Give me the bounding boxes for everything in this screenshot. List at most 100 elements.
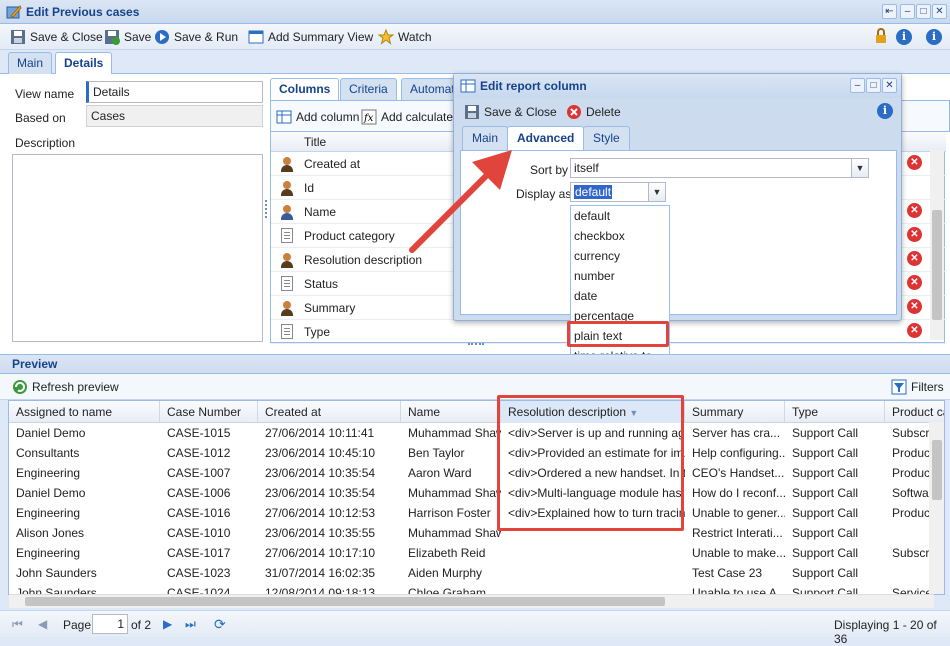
first-page-icon[interactable]: ⏮	[12, 617, 23, 632]
help-icon[interactable]: i	[896, 29, 912, 45]
preview-title: Preview	[12, 357, 58, 371]
page-number-input[interactable]: 1	[92, 614, 128, 634]
save-label: Save	[124, 30, 152, 44]
columns-scrollbar[interactable]	[930, 150, 944, 340]
splitter-handle[interactable]	[265, 200, 268, 218]
dialog-minimize-button[interactable]: –	[850, 78, 865, 93]
person-icon	[279, 156, 295, 172]
columns-scroll-thumb[interactable]	[932, 210, 942, 320]
table-row[interactable]: Engineering CASE-1007 23/06/2014 10:35:54 A…	[9, 463, 944, 483]
table-row[interactable]: Daniel Demo CASE-1006 23/06/2014 10:35:54 M…	[9, 483, 944, 503]
tab-main[interactable]: Main	[8, 52, 53, 74]
prev-page-icon[interactable]: ◀	[38, 617, 47, 631]
table-cell: Consultants	[16, 446, 80, 460]
display-as-label: Display as	[516, 187, 572, 201]
person-icon	[279, 204, 295, 220]
preview-vertical-scrollbar[interactable]	[929, 422, 944, 594]
option-currency[interactable]: currency	[571, 246, 669, 266]
table-row[interactable]: Engineering CASE-1016 27/06/2014 10:12:53 H…	[9, 503, 944, 523]
table-row[interactable]: John Saunders CASE-1023 31/07/2014 16:02:3…	[9, 563, 944, 583]
title-column-header: Title	[304, 135, 327, 149]
save-button[interactable]: Save	[104, 28, 151, 46]
maximize-button[interactable]: □	[916, 4, 931, 19]
option-number[interactable]: number	[571, 266, 669, 286]
last-page-icon[interactable]: ⏭	[185, 617, 196, 632]
window-title: Edit Previous cases	[26, 5, 140, 19]
preview-vscroll-thumb[interactable]	[932, 440, 942, 500]
table-row[interactable]: Daniel Demo CASE-1015 27/06/2014 10:11:41 M…	[9, 423, 944, 443]
page-label: Page	[63, 618, 92, 632]
watch-button[interactable]: Watch	[377, 28, 432, 46]
refresh-icon	[12, 379, 28, 395]
minimize-button[interactable]: –	[900, 4, 915, 19]
add-summary-view-button[interactable]: Add Summary View	[248, 28, 373, 46]
pin-icon[interactable]: ⇤	[882, 4, 897, 19]
table-cell: 23/06/2014 10:35:54	[265, 486, 376, 500]
header-created-at[interactable]: Created at	[258, 401, 401, 423]
delete-column-icon[interactable]: ✕	[907, 275, 922, 290]
save-run-button[interactable]: Save & Run	[154, 28, 238, 46]
table-cell: Test Case 23	[692, 566, 763, 580]
table-row[interactable]: Alison Jones CASE-1010 23/06/2014 10:35:55…	[9, 523, 944, 543]
save-close-button[interactable]: Save & Close	[10, 28, 103, 46]
delete-column-icon[interactable]: ✕	[907, 203, 922, 218]
highlight-plain-text	[567, 321, 669, 347]
refresh-icon[interactable]: ⟳	[214, 616, 226, 633]
description-textarea[interactable]	[12, 154, 263, 342]
option-default[interactable]: default	[571, 206, 669, 226]
filters-button[interactable]: Filters	[891, 378, 944, 396]
header-summary[interactable]: Summary	[685, 401, 785, 423]
delete-column-icon[interactable]: ✕	[907, 227, 922, 242]
table-cell: Help configuring...	[692, 446, 785, 460]
header-case-number[interactable]: Case Number	[160, 401, 258, 423]
tab-criteria[interactable]: Criteria	[340, 78, 397, 100]
header-assigned-to-name[interactable]: Assigned to name	[9, 401, 160, 423]
chevron-down-icon[interactable]: ▼	[648, 183, 665, 201]
view-name-input[interactable]: Details	[86, 81, 263, 103]
display-as-select[interactable]: default ▼	[570, 182, 666, 202]
sort-by-select[interactable]: itself ▼	[570, 158, 869, 178]
resize-handle[interactable]	[468, 343, 484, 347]
highlight-resolution-column	[497, 395, 684, 531]
header-product-category[interactable]: Product cat	[885, 401, 944, 423]
info-icon[interactable]: i	[926, 29, 942, 45]
dialog-close-button[interactable]: ✕	[882, 78, 897, 93]
dialog-save-close-button[interactable]: Save & Close	[464, 103, 557, 121]
option-checkbox[interactable]: checkbox	[571, 226, 669, 246]
table-cell: How do I reconf...	[692, 486, 785, 500]
preview-hscroll-thumb[interactable]	[25, 597, 665, 606]
table-cell: Muhammad Shaw	[408, 526, 501, 540]
dialog-maximize-button[interactable]: □	[866, 78, 881, 93]
next-page-icon[interactable]: ▶	[163, 617, 172, 631]
tab-details[interactable]: Details	[55, 52, 113, 75]
tab-columns[interactable]: Columns	[270, 78, 340, 100]
dialog-delete-button[interactable]: Delete	[566, 103, 621, 121]
lock-icon[interactable]	[873, 28, 889, 44]
table-cell: Ben Taylor	[408, 446, 465, 460]
preview-grid-header: Assigned to name Case Number Created at …	[9, 401, 944, 423]
header-type[interactable]: Type	[785, 401, 885, 423]
header-name[interactable]: Name	[401, 401, 501, 423]
preview-horizontal-scrollbar[interactable]	[9, 594, 934, 608]
refresh-preview-button[interactable]: Refresh preview	[12, 378, 119, 396]
table-row[interactable]: Consultants CASE-1012 23/06/2014 10:45:10 B…	[9, 443, 944, 463]
delete-column-icon[interactable]: ✕	[907, 155, 922, 170]
floppy-icon	[464, 104, 480, 120]
dialog-title: Edit report column	[480, 79, 587, 93]
dialog-help-icon[interactable]: i	[877, 103, 893, 119]
table-row[interactable]: Engineering CASE-1017 27/06/2014 10:17:10 E…	[9, 543, 944, 563]
add-column-button[interactable]: Add column	[276, 108, 359, 126]
close-button[interactable]: ✕	[932, 4, 947, 19]
table-cell: 23/06/2014 10:35:55	[265, 526, 376, 540]
displaying-status: Displaying 1 - 20 of 36	[834, 618, 937, 646]
delete-column-icon[interactable]: ✕	[907, 251, 922, 266]
table-cell: CASE-1010	[167, 526, 231, 540]
person-icon	[279, 252, 295, 268]
delete-column-icon[interactable]: ✕	[907, 299, 922, 314]
delete-column-icon[interactable]: ✕	[907, 323, 922, 338]
dialog-save-close-label: Save & Close	[484, 105, 557, 119]
table-cell: CASE-1016	[167, 506, 231, 520]
option-date[interactable]: date	[571, 286, 669, 306]
chevron-down-icon[interactable]: ▼	[851, 159, 868, 177]
dialog-tab-style[interactable]: Style	[583, 126, 630, 150]
